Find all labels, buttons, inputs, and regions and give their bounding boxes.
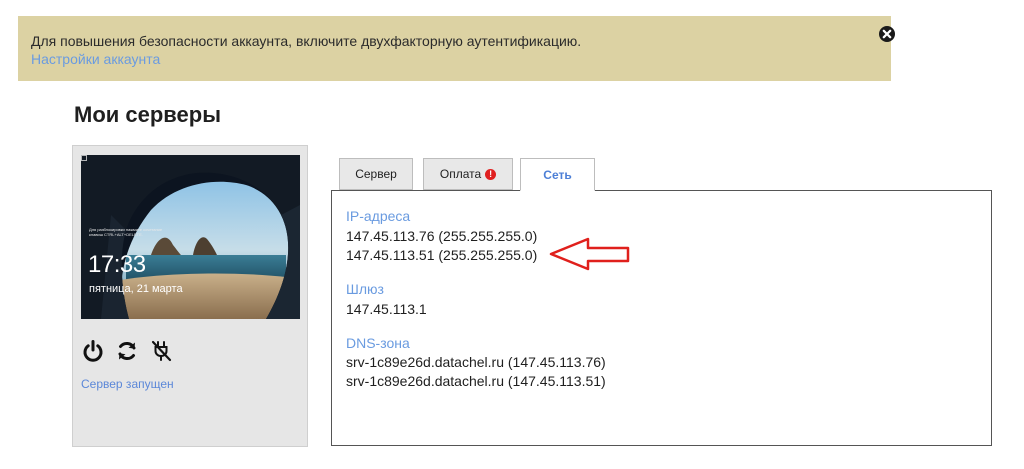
tab-label: Сеть bbox=[543, 167, 572, 182]
ip-address-line: 147.45.113.76 (255.255.255.0) bbox=[346, 228, 538, 244]
lockscreen-hint: Для разблокировки нажмите сочетание клав… bbox=[89, 227, 163, 237]
tab-label: Оплата bbox=[439, 167, 482, 181]
server-card: Для разблокировки нажмите сочетание клав… bbox=[72, 145, 308, 447]
dns-line: srv-1c89e26d.datachel.ru (147.45.113.51) bbox=[346, 373, 606, 389]
network-panel: IP-адреса 147.45.113.76 (255.255.255.0) … bbox=[331, 190, 992, 446]
power-icon[interactable] bbox=[81, 339, 105, 363]
close-icon[interactable] bbox=[878, 25, 896, 43]
lockscreen-date: пятница, 21 марта bbox=[89, 283, 183, 295]
dns-section-title: DNS-зона bbox=[346, 335, 410, 351]
unplug-icon[interactable] bbox=[150, 339, 174, 363]
restart-icon[interactable] bbox=[115, 339, 139, 363]
dns-line: srv-1c89e26d.datachel.ru (147.45.113.76) bbox=[346, 354, 606, 370]
ip-address-line: 147.45.113.51 (255.255.255.0) bbox=[346, 247, 538, 263]
gateway-line: 147.45.113.1 bbox=[346, 301, 427, 317]
account-settings-link[interactable]: Настройки аккаунта bbox=[31, 51, 160, 67]
annotation-arrow-icon bbox=[549, 237, 630, 271]
server-status[interactable]: Сервер запущен bbox=[81, 377, 174, 391]
tab-label: Сервер bbox=[355, 167, 397, 181]
lockscreen-time: 17:33 bbox=[88, 251, 146, 278]
tab-server[interactable]: Сервер bbox=[339, 158, 413, 190]
alert-message: Для повышения безопасности аккаунта, вкл… bbox=[31, 33, 582, 49]
server-screen-preview[interactable]: Для разблокировки нажмите сочетание клав… bbox=[81, 155, 300, 319]
gateway-section-title: Шлюз bbox=[346, 281, 384, 297]
page-title: Мои серверы bbox=[74, 102, 222, 127]
warning-badge-icon: ! bbox=[485, 168, 497, 180]
tab-payment[interactable]: Оплата ! bbox=[423, 158, 513, 190]
ip-section-title: IP-адреса bbox=[346, 208, 411, 224]
security-alert-banner: Для повышения безопасности аккаунта, вкл… bbox=[18, 16, 895, 81]
tab-network[interactable]: Сеть bbox=[520, 158, 595, 191]
network-icon bbox=[81, 155, 87, 161]
